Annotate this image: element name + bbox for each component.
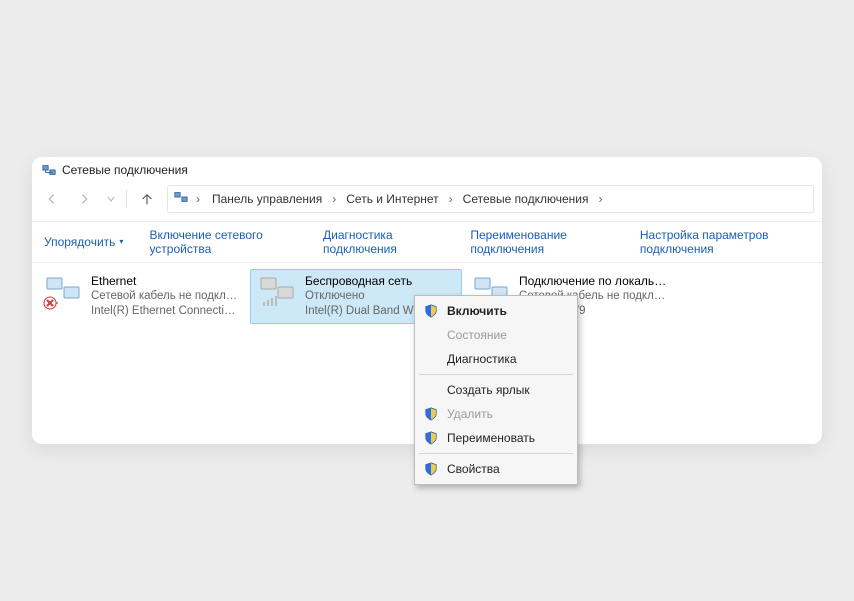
breadcrumb-item[interactable]: Сеть и Интернет (342, 190, 442, 208)
navbar: › Панель управления › Сеть и Интернет › … (32, 181, 822, 221)
menu-label: Создать ярлык (447, 383, 530, 397)
wireless-icon (257, 274, 297, 310)
chevron-icon: › (194, 192, 202, 206)
recent-dropdown[interactable] (104, 187, 118, 211)
breadcrumb-item[interactable]: Панель управления (208, 190, 326, 208)
rename-label: Переименование подключения (470, 228, 614, 256)
enable-device-button[interactable]: Включение сетевого устройства (149, 228, 297, 256)
menu-label: Удалить (447, 407, 493, 421)
nav-divider (126, 190, 127, 208)
toolbar: Упорядочить ▾ Включение сетевого устройс… (32, 221, 822, 263)
addressbar[interactable]: › Панель управления › Сеть и Интернет › … (167, 185, 814, 213)
diagnose-label: Диагностика подключения (323, 228, 444, 256)
menu-label: Состояние (447, 328, 507, 342)
menu-label: Диагностика (447, 352, 517, 366)
settings-label: Настройка параметров подключения (640, 228, 810, 256)
network-icon (42, 163, 56, 177)
blank-icon (423, 382, 439, 398)
adapters-list: Ethernet Сетевой кабель не подключен Int… (32, 263, 822, 444)
menu-separator (419, 374, 573, 375)
menu-label: Включить (447, 304, 507, 318)
up-button[interactable] (135, 187, 159, 211)
menu-diagnose[interactable]: Диагностика (417, 347, 575, 371)
context-menu: Включить Состояние Диагностика Создать я… (414, 295, 578, 485)
organize-label: Упорядочить (44, 235, 115, 249)
adapter-status: Сетевой кабель не подключен (91, 289, 241, 304)
shield-icon (423, 303, 439, 319)
window-title: Сетевые подключения (62, 163, 188, 177)
addressbar-icon (174, 190, 188, 207)
menu-shortcut[interactable]: Создать ярлык (417, 378, 575, 402)
adapter-device: Intel(R) Ethernet Connection (4) I2... (91, 304, 241, 319)
adapter-name: Беспроводная сеть (305, 274, 445, 290)
network-connections-window: Сетевые подключения › Панель управления … (32, 157, 822, 444)
chevron-icon: › (445, 190, 457, 208)
menu-properties[interactable]: Свойства (417, 457, 575, 481)
organize-menu[interactable]: Упорядочить ▾ (44, 235, 123, 249)
adapter-name: Ethernet (91, 274, 241, 290)
menu-state: Состояние (417, 323, 575, 347)
breadcrumb-item[interactable]: Сетевые подключения (459, 190, 593, 208)
forward-button[interactable] (72, 187, 96, 211)
menu-label: Переименовать (447, 431, 535, 445)
ethernet-icon (43, 274, 83, 310)
shield-icon (423, 406, 439, 422)
adapter-ethernet[interactable]: Ethernet Сетевой кабель не подключен Int… (36, 269, 248, 324)
blank-icon (423, 327, 439, 343)
shield-icon (423, 461, 439, 477)
titlebar: Сетевые подключения (32, 157, 822, 181)
rename-button[interactable]: Переименование подключения (470, 228, 614, 256)
blank-icon (423, 351, 439, 367)
diagnose-button[interactable]: Диагностика подключения (323, 228, 444, 256)
menu-label: Свойства (447, 462, 500, 476)
chevron-down-icon: ▾ (119, 237, 123, 246)
menu-separator (419, 453, 573, 454)
menu-delete: Удалить (417, 402, 575, 426)
chevron-icon: › (594, 190, 606, 208)
menu-enable[interactable]: Включить (417, 299, 575, 323)
shield-icon (423, 430, 439, 446)
enable-label: Включение сетевого устройства (149, 228, 297, 256)
back-button[interactable] (40, 187, 64, 211)
settings-button[interactable]: Настройка параметров подключения (640, 228, 810, 256)
chevron-icon: › (328, 190, 340, 208)
menu-rename[interactable]: Переименовать (417, 426, 575, 450)
breadcrumb: Панель управления › Сеть и Интернет › Се… (208, 190, 606, 208)
adapter-name: Подключение по локальной сети (519, 274, 669, 290)
